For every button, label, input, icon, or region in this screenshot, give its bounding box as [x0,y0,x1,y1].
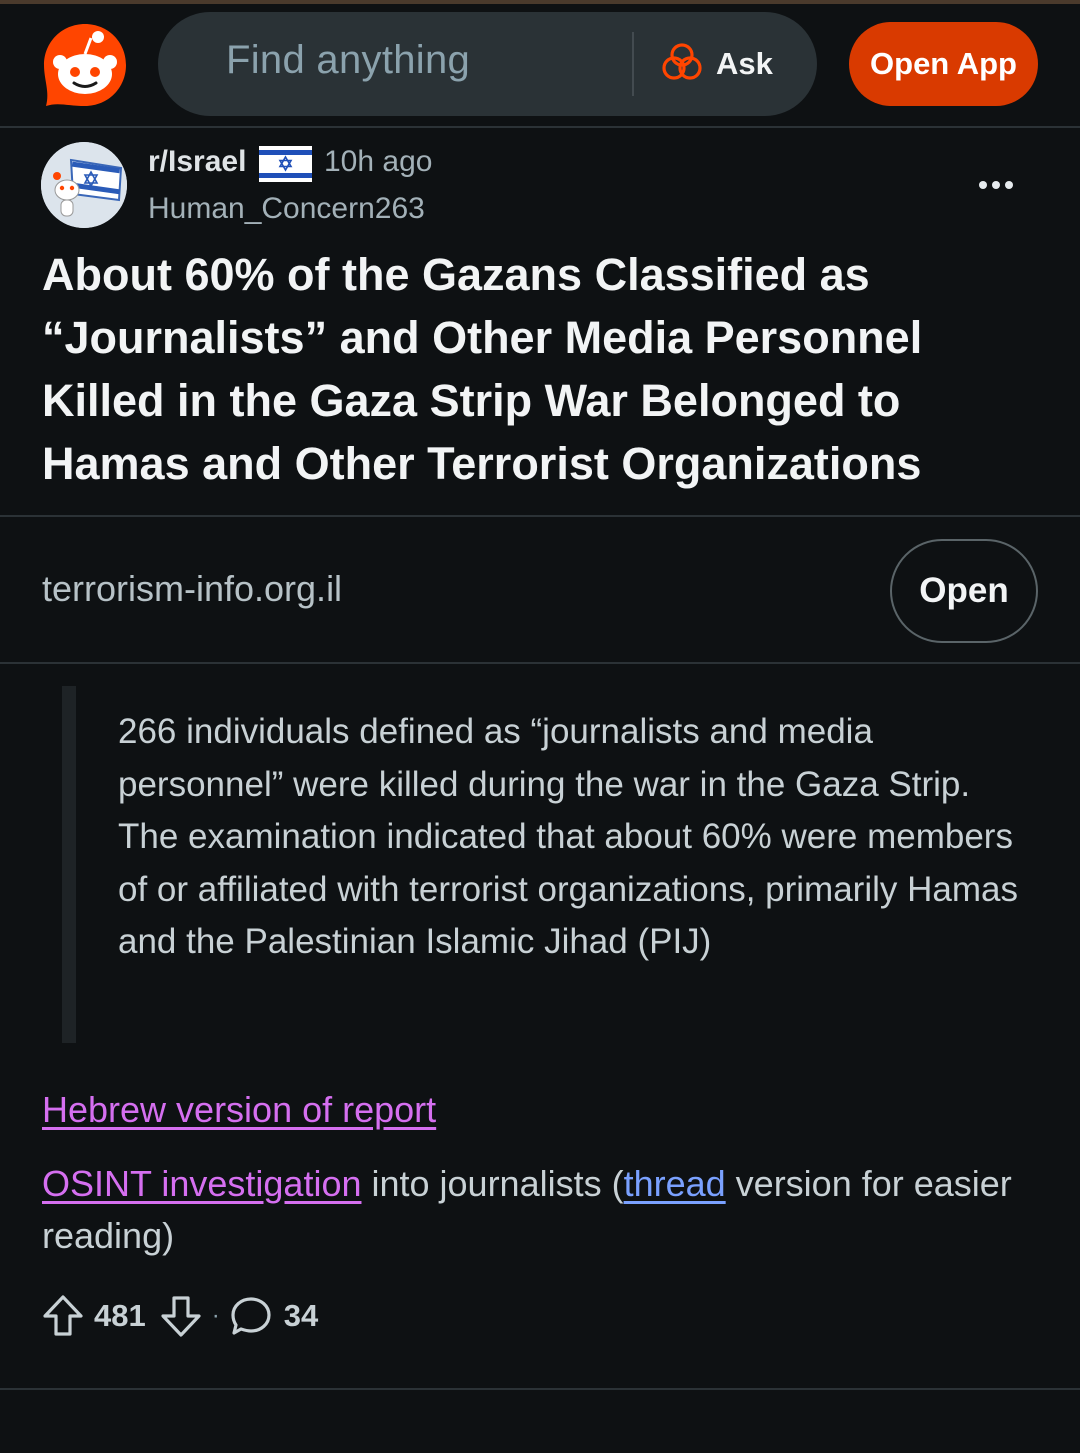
body-paragraph-1: Hebrew version of report [42,1084,1042,1136]
search-input[interactable] [226,38,626,83]
upvote-arrow-icon[interactable] [42,1294,84,1338]
comment-bubble-icon[interactable] [230,1295,272,1337]
upvote-count: 481 [94,1298,146,1333]
post-bottom-divider [0,1388,1080,1390]
comment-count: 34 [283,1298,319,1333]
post-age: 10h ago [324,145,433,178]
post-title[interactable]: About 60% of the Gazans Classified as “J… [42,243,1042,495]
blockquote-text: 266 individuals defined as “journalists … [118,712,1018,962]
more-options-icon[interactable] [973,168,1019,202]
title-divider [0,515,1080,517]
search-divider [632,32,634,96]
reddit-logo-icon[interactable] [42,22,128,110]
osint-investigation-link[interactable]: OSINT investigation [42,1163,361,1204]
thread-link[interactable]: thread [624,1163,726,1204]
subreddit-name[interactable]: r/Israel [148,145,246,179]
blockquote-bar [62,686,76,1043]
ask-answers-icon [662,42,702,87]
israel-flag-icon [259,146,312,182]
link-card-divider [0,662,1080,664]
open-app-button[interactable]: Open App [849,22,1038,106]
ask-label: Ask [716,46,773,81]
action-separator: · [211,1302,220,1329]
header-divider [0,126,1080,128]
body-paragraph-2: OSINT investigation into journalists (th… [42,1158,1042,1262]
post-action-bar: 481 · 34 [42,1290,318,1342]
downvote-arrow-icon[interactable] [160,1294,202,1338]
open-link-button[interactable]: Open [890,539,1038,643]
ask-button[interactable]: Ask [662,34,792,94]
subreddit-avatar[interactable] [41,142,127,228]
post-author[interactable]: Human_Concern263 [148,192,425,226]
search-bar[interactable]: Ask [158,12,817,116]
link-domain[interactable]: terrorism-info.org.il [42,568,342,610]
hebrew-report-link[interactable]: Hebrew version of report [42,1089,436,1130]
app-header: Ask Open App [0,4,1080,127]
body-text-into: into journalists ( [361,1163,624,1204]
